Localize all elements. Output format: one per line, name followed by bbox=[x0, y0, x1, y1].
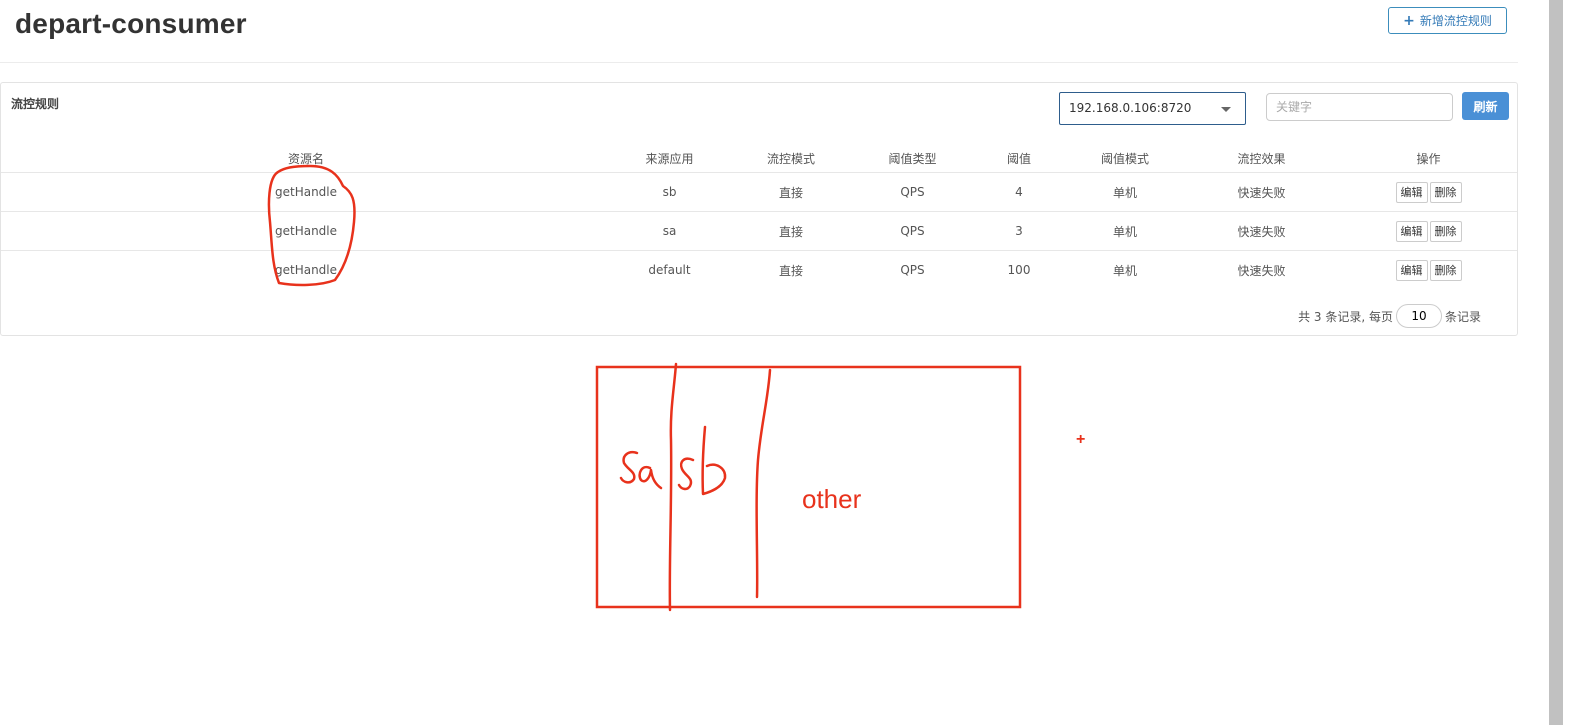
machine-select-value: 192.168.0.106:8720 bbox=[1069, 101, 1192, 115]
divider-stroke-2 bbox=[755, 368, 772, 599]
annotation-other-label: other bbox=[802, 484, 862, 514]
cell-count: 3 bbox=[971, 211, 1067, 251]
pagination: 共 3 条记录, 每页 条记录 bbox=[1298, 304, 1481, 328]
machine-select[interactable]: 192.168.0.106:8720 bbox=[1059, 92, 1246, 125]
cell-control-behavior: 快速失败 bbox=[1183, 172, 1340, 212]
cell-strategy: 直接 bbox=[728, 172, 854, 212]
delete-button[interactable]: 删除 bbox=[1429, 181, 1462, 203]
column-header-strategy: 流控模式 bbox=[766, 151, 815, 166]
panel-title: 流控规则 bbox=[11, 97, 60, 111]
column-header-operations: 操作 bbox=[1416, 151, 1441, 166]
divider-stroke-1 bbox=[668, 362, 678, 612]
add-flow-rule-button[interactable]: + 新增流控规则 bbox=[1388, 7, 1507, 34]
page-title: depart-consumer bbox=[15, 8, 247, 39]
edit-button[interactable]: 编辑 bbox=[1395, 259, 1428, 281]
column-header-limit-app: 来源应用 bbox=[645, 151, 694, 166]
cell-resource: getHandle bbox=[1, 211, 611, 251]
delete-button[interactable]: 删除 bbox=[1429, 220, 1462, 242]
cell-resource: getHandle bbox=[1, 172, 611, 212]
delete-button[interactable]: 删除 bbox=[1429, 259, 1462, 281]
annotation-plus-mark: + bbox=[1076, 431, 1086, 448]
cell-grade: QPS bbox=[854, 211, 971, 251]
cell-strategy: 直接 bbox=[728, 250, 854, 289]
cell-control-behavior: 快速失败 bbox=[1183, 211, 1340, 251]
refresh-button[interactable]: 刷新 bbox=[1462, 92, 1509, 120]
cell-limit-app: default bbox=[611, 250, 728, 289]
cell-operations: 编辑 删除 bbox=[1340, 211, 1517, 251]
add-flow-rule-label: 新增流控规则 bbox=[1419, 14, 1492, 28]
column-header-cluster-mode: 阈值模式 bbox=[1100, 151, 1149, 166]
vertical-scrollbar[interactable] bbox=[1549, 0, 1563, 725]
plus-icon: + bbox=[1403, 12, 1415, 29]
cell-count: 4 bbox=[971, 172, 1067, 212]
cell-grade: QPS bbox=[854, 250, 971, 289]
handwritten-sa bbox=[619, 451, 663, 490]
column-header-count: 阈值 bbox=[1006, 151, 1031, 166]
table-header-row: 资源名 来源应用 流控模式 阈值类型 阈值 阈值模式 流控效果 操作 bbox=[1, 144, 1517, 173]
cell-operations: 编辑 删除 bbox=[1340, 250, 1517, 289]
cell-cluster-mode: 单机 bbox=[1067, 172, 1183, 212]
cell-limit-app: sa bbox=[611, 211, 728, 251]
column-header-control-behavior: 流控效果 bbox=[1237, 151, 1286, 166]
flow-rules-panel: 流控规则 192.168.0.106:8720 刷新 资源名 来源应用 流控模式… bbox=[0, 82, 1518, 336]
flow-rules-table: 资源名 来源应用 流控模式 阈值类型 阈值 阈值模式 流控效果 操作 getHa… bbox=[1, 144, 1517, 289]
cell-strategy: 直接 bbox=[728, 211, 854, 251]
pagination-suffix-text: 条记录 bbox=[1444, 309, 1481, 324]
pagination-total-text: 共 3 条记录, 每页 bbox=[1298, 309, 1393, 324]
cell-grade: QPS bbox=[854, 172, 971, 212]
edit-button[interactable]: 编辑 bbox=[1395, 181, 1428, 203]
page-size-input[interactable] bbox=[1395, 304, 1442, 328]
table-row: getHandle sa 直接 QPS 3 单机 快速失败 编辑 删除 bbox=[1, 211, 1517, 251]
chevron-down-icon bbox=[1221, 107, 1231, 112]
keyword-search-input[interactable] bbox=[1266, 93, 1453, 121]
edit-button[interactable]: 编辑 bbox=[1395, 220, 1428, 242]
cell-resource: getHandle bbox=[1, 250, 611, 289]
cell-cluster-mode: 单机 bbox=[1067, 250, 1183, 289]
cell-control-behavior: 快速失败 bbox=[1183, 250, 1340, 289]
cell-limit-app: sb bbox=[611, 172, 728, 212]
title-divider bbox=[0, 62, 1518, 63]
table-row: getHandle sb 直接 QPS 4 单机 快速失败 编辑 删除 bbox=[1, 172, 1517, 212]
column-header-resource: 资源名 bbox=[287, 151, 324, 166]
column-header-grade: 阈值类型 bbox=[888, 151, 937, 166]
cell-cluster-mode: 单机 bbox=[1067, 211, 1183, 251]
handwritten-sb bbox=[677, 425, 727, 496]
cell-count: 100 bbox=[971, 250, 1067, 289]
cell-operations: 编辑 删除 bbox=[1340, 172, 1517, 212]
table-row: getHandle default 直接 QPS 100 单机 快速失败 编辑删… bbox=[1, 250, 1517, 289]
